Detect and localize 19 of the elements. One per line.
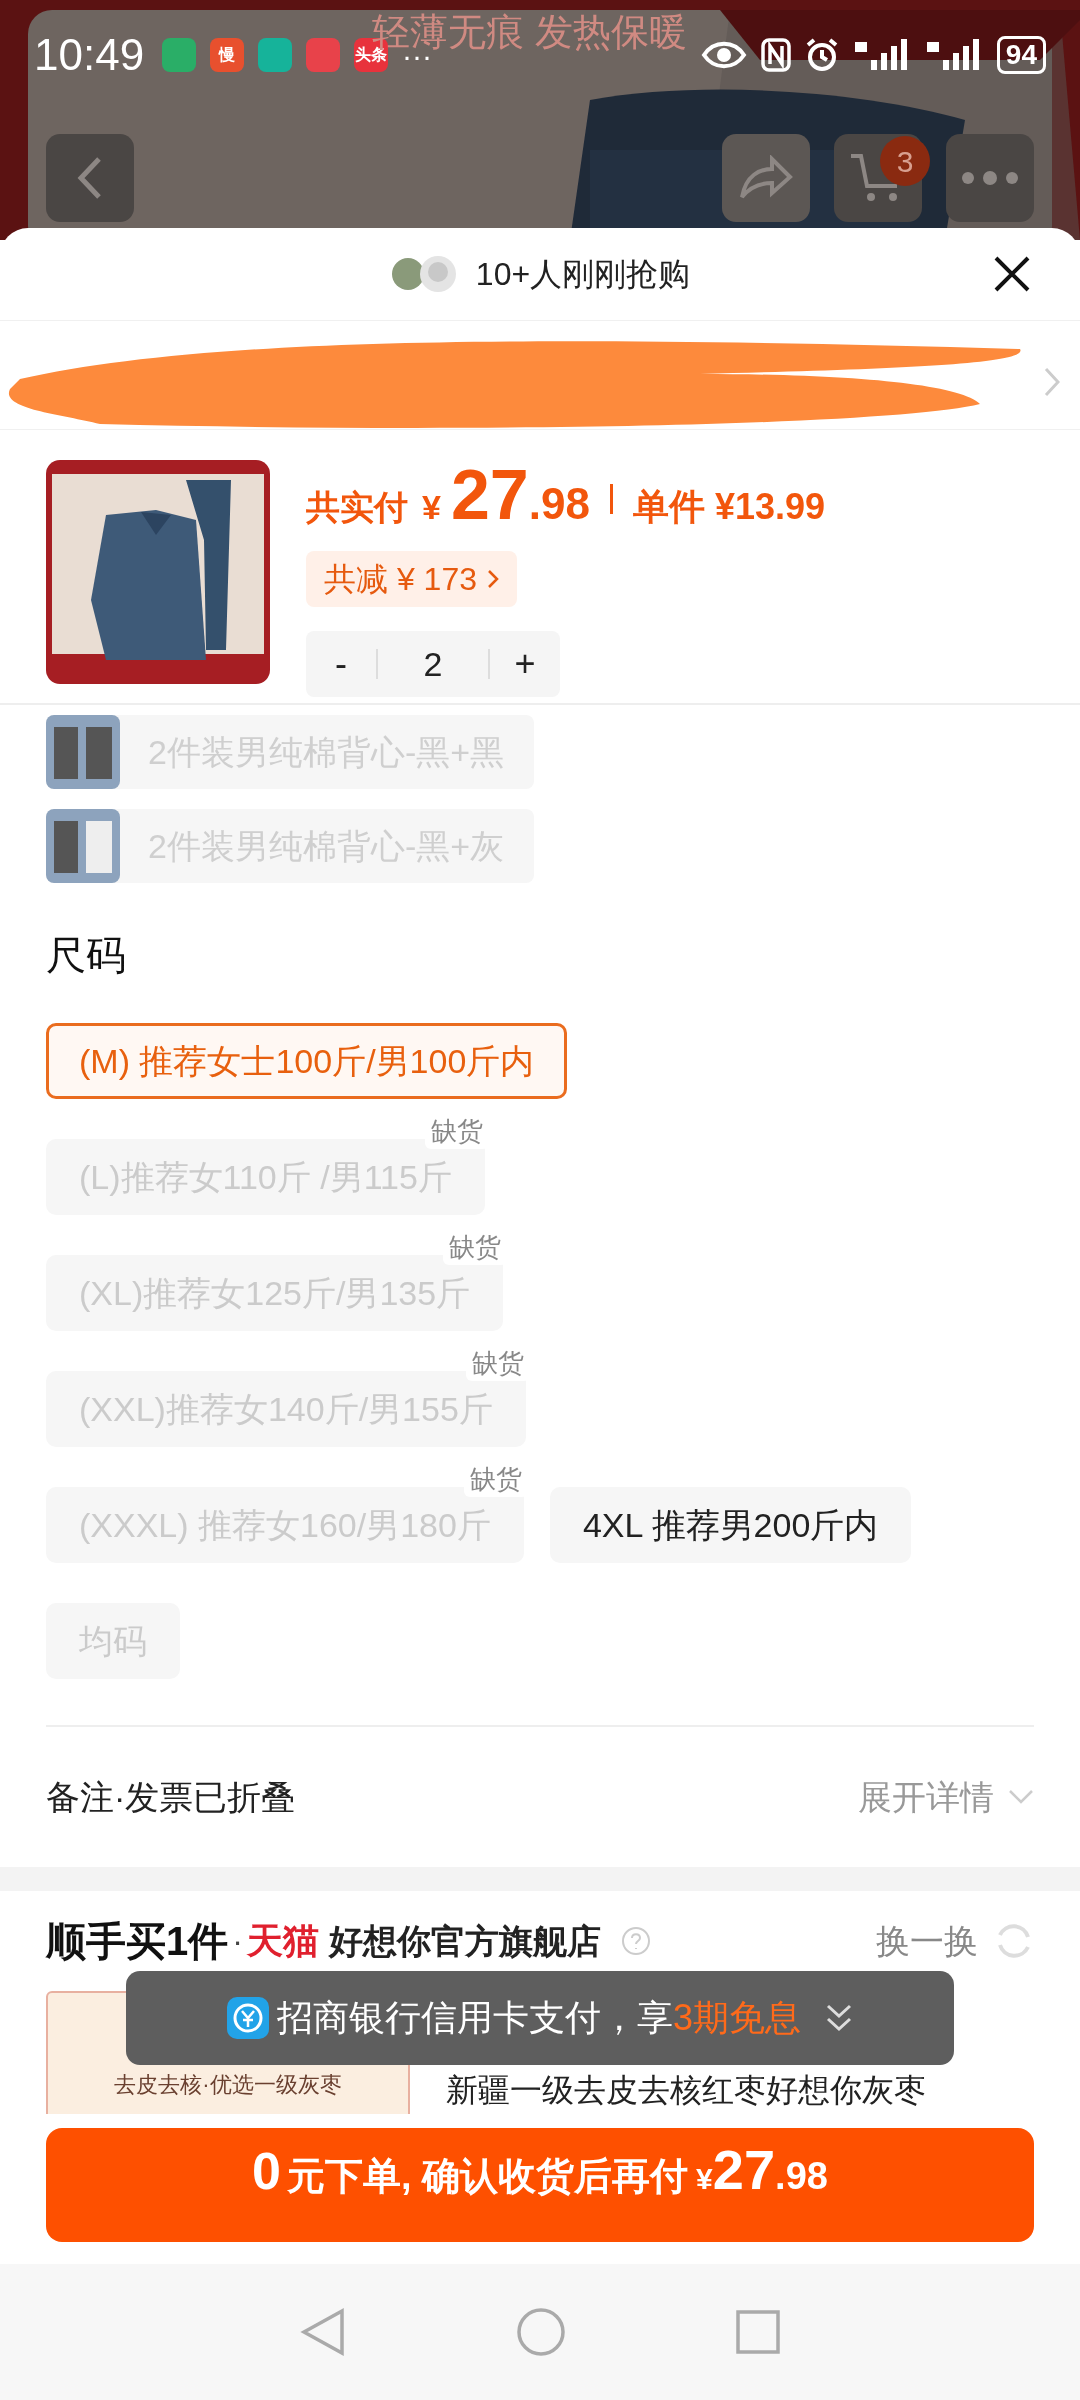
toast-text: 招商银行信用卡支付，享 [277, 1996, 673, 2040]
addon-title: 顺手买1件 [46, 1918, 229, 1965]
currency-symbol: ¥ [422, 487, 441, 528]
total-label: 共实付 [306, 487, 408, 528]
tmall-logo: 天猫 [246, 1919, 319, 1963]
app-notification-icon: 慢 [210, 38, 245, 72]
battery-indicator: 94 [996, 36, 1046, 74]
recent-buyers-text: 10+人刚刚抢购 [475, 255, 691, 294]
card-caption: 去皮去核·优选一级灰枣 [114, 2071, 342, 2099]
interest-free-highlight: 3期免息 [673, 1996, 801, 2040]
clock: 10:49 [34, 29, 145, 81]
remarks-label: 备注·发票已折叠 [46, 1776, 296, 1818]
size-section-title: 尺码 [45, 932, 127, 979]
addon-product-title: 新疆一级去皮去核红枣好想你灰枣 [446, 2071, 926, 2110]
total-price: 27 [450, 460, 529, 530]
unit-price: 单件 ¥13.99 [632, 485, 826, 529]
store-name: 好想你官方旗舰店 [328, 1920, 601, 1962]
total-price-decimals: .98 [528, 478, 590, 530]
separator-dot: · [232, 1922, 243, 1961]
